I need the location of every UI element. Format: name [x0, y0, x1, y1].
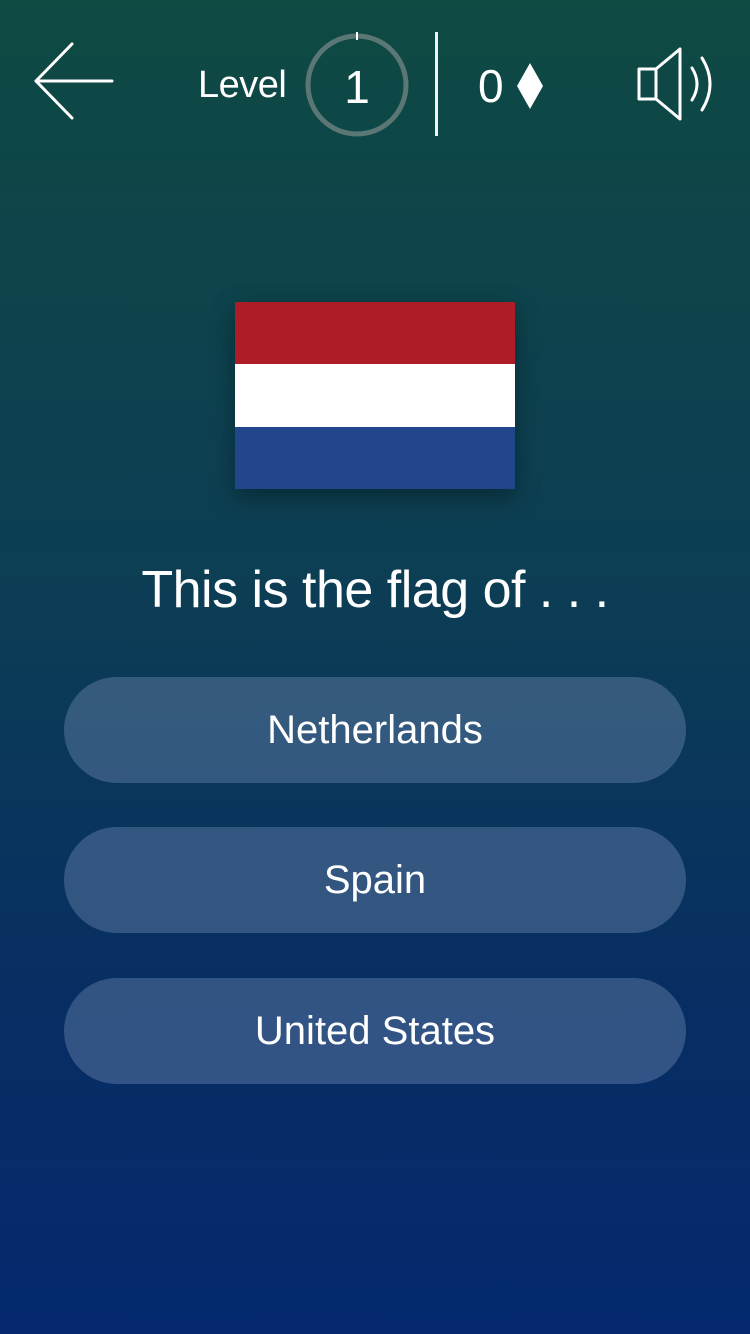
answer-button-united-states[interactable]: United States: [64, 978, 686, 1084]
level-indicator: 1: [304, 32, 410, 138]
answer-button-spain[interactable]: Spain: [64, 827, 686, 933]
level-label: Level: [198, 64, 287, 106]
sound-toggle-button[interactable]: [632, 44, 724, 124]
diamond-icon: [516, 63, 543, 109]
flag-image: [235, 302, 515, 489]
gem-count: 0: [478, 60, 504, 112]
flag-stripe-white: [235, 364, 515, 427]
flag-stripe-blue: [235, 426, 515, 489]
quiz-screen: Level 1 0 This is the flag of . . . Neth…: [0, 0, 750, 1334]
answer-label: Spain: [323, 857, 427, 902]
answer-button-netherlands[interactable]: Netherlands: [64, 677, 686, 783]
speaker-volume-icon: [637, 47, 712, 121]
level-number: 1: [344, 61, 370, 113]
back-button[interactable]: [28, 36, 118, 126]
arrow-left-icon: [34, 42, 114, 120]
gem-counter: 0: [478, 58, 544, 114]
header-divider: [435, 32, 438, 136]
question-text: This is the flag of . . .: [141, 561, 609, 619]
flag-stripe-red: [235, 302, 515, 365]
answer-label: Netherlands: [267, 707, 483, 752]
answer-label: United States: [254, 1008, 496, 1053]
